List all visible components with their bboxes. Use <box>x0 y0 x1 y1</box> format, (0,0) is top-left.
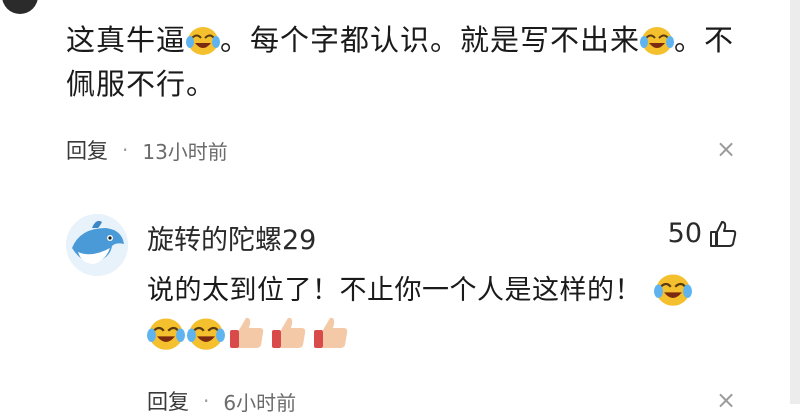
like-button[interactable]: 50 <box>668 218 738 249</box>
avatar[interactable] <box>2 0 38 14</box>
username[interactable]: 旋转的陀螺29 <box>147 218 316 257</box>
reply-button[interactable]: 回复 <box>66 135 108 165</box>
thumbs-up-emoji-icon <box>272 317 306 348</box>
thumbs-up-emoji-icon <box>230 317 264 348</box>
laugh-cry-emoji-icon <box>654 274 692 306</box>
emoji-row <box>147 314 351 352</box>
like-count: 50 <box>667 218 702 249</box>
laugh-cry-emoji-icon <box>147 318 185 350</box>
avatar[interactable] <box>66 214 128 276</box>
separator-dot: · <box>122 138 129 162</box>
reply-text: 说的太到位了！不止你一个人是这样的！ <box>147 268 692 314</box>
comment-meta: 回复 · 6小时前 <box>147 386 296 416</box>
laugh-cry-emoji-icon <box>186 27 221 55</box>
reply-text-content: 说的太到位了！不止你一个人是这样的！ <box>147 275 642 306</box>
comment-text-part: 这真牛逼 <box>66 23 187 57</box>
dolphin-avatar-icon <box>66 214 128 276</box>
thumbs-up-outline-icon <box>710 220 737 247</box>
comment-text-part: 。不 <box>674 23 735 57</box>
thumbs-up-emoji-icon <box>314 317 348 348</box>
scrollbar-track[interactable] <box>790 0 800 404</box>
comment-body: 这真牛逼 。每个字都认识。就是写不出来 。不佩服不行。 <box>66 18 746 106</box>
laugh-cry-emoji-icon <box>640 27 675 55</box>
comment-text-part: 。每个字都认识。就是写不出来 <box>220 23 641 57</box>
reply-button[interactable]: 回复 <box>147 386 189 416</box>
timestamp: 13小时前 <box>142 139 228 164</box>
close-icon[interactable]: × <box>716 137 736 161</box>
comment-meta: 回复 · 13小时前 <box>66 135 228 165</box>
comment-text: 这真牛逼 。每个字都认识。就是写不出来 。不佩服不行。 <box>66 18 746 106</box>
comment-text-part: 佩服不行。 <box>66 67 217 101</box>
timestamp: 6小时前 <box>223 390 297 415</box>
laugh-cry-emoji-icon <box>187 318 225 350</box>
separator-dot: · <box>203 389 210 413</box>
close-icon[interactable]: × <box>716 388 736 412</box>
